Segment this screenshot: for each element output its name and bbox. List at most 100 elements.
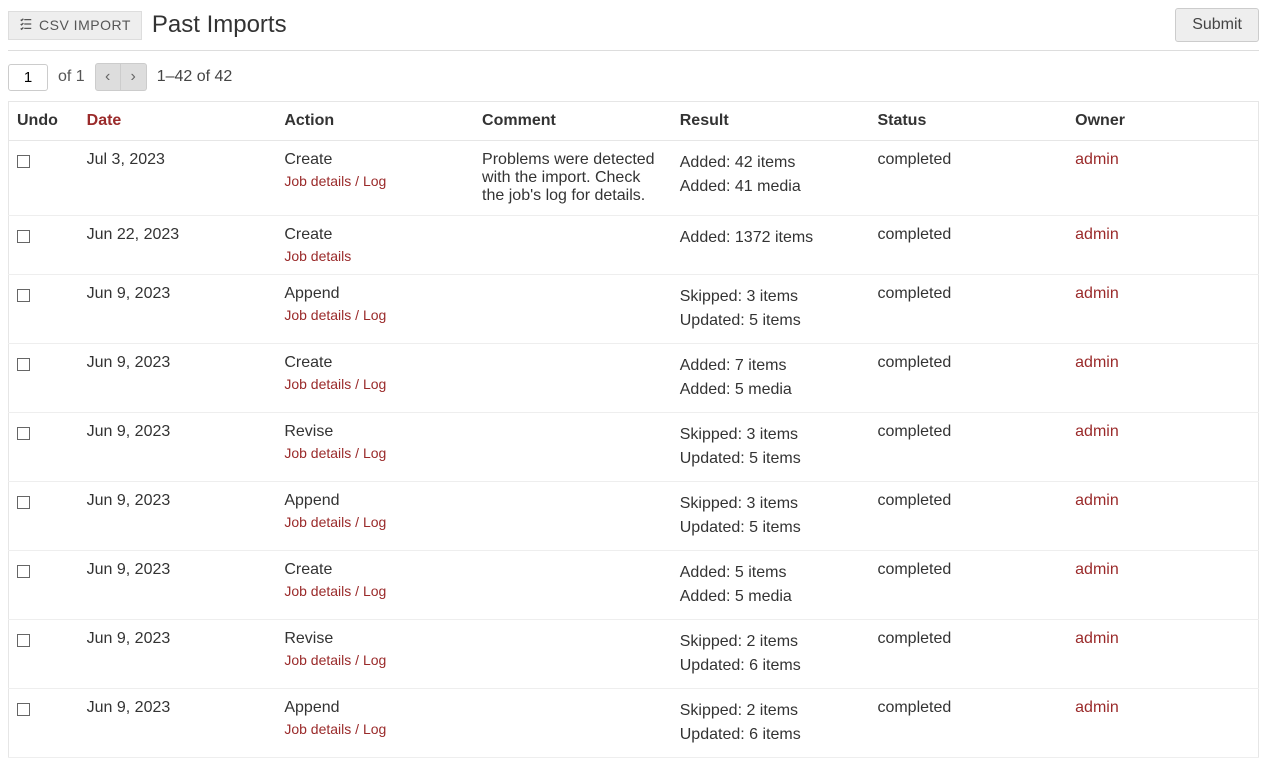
job-details-link[interactable]: Job details <box>284 248 351 264</box>
link-separator: / <box>351 721 363 737</box>
owner-link[interactable]: admin <box>1075 354 1119 371</box>
log-link[interactable]: Log <box>363 307 386 323</box>
link-separator: / <box>351 307 363 323</box>
cell-status: completed <box>869 275 1067 344</box>
page-number-input[interactable] <box>8 64 48 91</box>
cell-action: AppendJob details / Log <box>276 275 474 344</box>
log-link[interactable]: Log <box>363 376 386 392</box>
table-row: Jun 22, 2023CreateJob detailsAdded: 1372… <box>9 216 1259 275</box>
cell-result: Skipped: 3 itemsUpdated: 5 items <box>672 413 870 482</box>
cell-result: Skipped: 3 itemsUpdated: 5 items <box>672 275 870 344</box>
action-links: Job details / Log <box>284 173 466 189</box>
cell-result: Added: 7 itemsAdded: 5 media <box>672 344 870 413</box>
log-link[interactable]: Log <box>363 514 386 530</box>
pager-next-button[interactable]: › <box>121 63 147 91</box>
cell-date: Jun 9, 2023 <box>79 620 277 689</box>
cell-status: completed <box>869 141 1067 216</box>
undo-checkbox[interactable] <box>17 230 30 243</box>
log-link[interactable]: Log <box>363 445 386 461</box>
cell-status: completed <box>869 344 1067 413</box>
col-date-sort-link[interactable]: Date <box>87 112 122 129</box>
undo-checkbox[interactable] <box>17 565 30 578</box>
job-details-link[interactable]: Job details <box>284 445 351 461</box>
job-details-link[interactable]: Job details <box>284 307 351 323</box>
result-line: Skipped: 3 items <box>680 423 862 447</box>
col-status: Status <box>869 102 1067 141</box>
cell-action: Create Job details / Log <box>276 141 474 216</box>
cell-date: Jun 9, 2023 <box>79 551 277 620</box>
log-link[interactable]: Log <box>363 173 386 189</box>
owner-link[interactable]: admin <box>1075 699 1119 716</box>
action-label: Append <box>284 492 466 510</box>
pager-prev-button[interactable]: ‹ <box>95 63 121 91</box>
undo-checkbox[interactable] <box>17 703 30 716</box>
cell-comment <box>474 275 672 344</box>
job-details-link[interactable]: Job details <box>284 173 351 189</box>
cell-owner: admin <box>1067 620 1258 689</box>
cell-comment <box>474 344 672 413</box>
cell-action: CreateJob details <box>276 216 474 275</box>
col-owner: Owner <box>1067 102 1258 141</box>
cell-result: Added: 42 itemsAdded: 41 media <box>672 141 870 216</box>
result-line: Updated: 5 items <box>680 447 862 471</box>
owner-link[interactable]: admin <box>1075 226 1119 243</box>
cell-action: ReviseJob details / Log <box>276 620 474 689</box>
action-label: Create <box>284 151 466 169</box>
table-row: Jun 9, 2023AppendJob details / LogSkippe… <box>9 275 1259 344</box>
action-links: Job details / Log <box>284 376 466 392</box>
action-links: Job details / Log <box>284 307 466 323</box>
table-row: Jun 9, 2023CreateJob details / LogAdded:… <box>9 551 1259 620</box>
log-link[interactable]: Log <box>363 652 386 668</box>
undo-checkbox[interactable] <box>17 155 30 168</box>
owner-link[interactable]: admin <box>1075 423 1119 440</box>
col-comment: Comment <box>474 102 672 141</box>
undo-checkbox[interactable] <box>17 496 30 509</box>
job-details-link[interactable]: Job details <box>284 652 351 668</box>
pager: of 1 ‹ › 1–42 of 42 <box>8 63 1259 91</box>
result-line: Skipped: 3 items <box>680 492 862 516</box>
undo-checkbox[interactable] <box>17 427 30 440</box>
table-row: Jun 9, 2023AppendJob details / LogSkippe… <box>9 482 1259 551</box>
job-details-link[interactable]: Job details <box>284 583 351 599</box>
action-links: Job details / Log <box>284 652 466 668</box>
result-line: Added: 42 items <box>680 151 862 175</box>
csv-import-button[interactable]: CSV IMPORT <box>8 11 142 40</box>
cell-date: Jun 9, 2023 <box>79 413 277 482</box>
submit-button[interactable]: Submit <box>1175 8 1259 42</box>
table-row: Jul 3, 2023CreateJob details / LogProble… <box>9 141 1259 216</box>
undo-checkbox[interactable] <box>17 634 30 647</box>
job-details-link[interactable]: Job details <box>284 376 351 392</box>
link-separator: / <box>351 514 363 530</box>
cell-comment <box>474 413 672 482</box>
job-details-link[interactable]: Job details <box>284 721 351 737</box>
cell-comment: Problems were detected with the import. … <box>474 141 672 216</box>
link-separator: / <box>351 173 363 189</box>
cell-comment <box>474 620 672 689</box>
owner-link[interactable]: admin <box>1075 492 1119 509</box>
owner-link[interactable]: admin <box>1075 285 1119 302</box>
result-line: Added: 41 media <box>680 175 862 199</box>
cell-status: completed <box>869 620 1067 689</box>
cell-owner: admin <box>1067 141 1258 216</box>
col-date: Date <box>79 102 277 141</box>
owner-link[interactable]: admin <box>1075 561 1119 578</box>
result-line: Added: 5 media <box>680 585 862 609</box>
result-line: Skipped: 3 items <box>680 285 862 309</box>
action-label: Create <box>284 561 466 579</box>
undo-checkbox[interactable] <box>17 289 30 302</box>
owner-link[interactable]: admin <box>1075 630 1119 647</box>
cell-owner: admin <box>1067 344 1258 413</box>
cell-comment <box>474 551 672 620</box>
cell-result: Skipped: 2 itemsUpdated: 6 items <box>672 620 870 689</box>
col-action: Action <box>276 102 474 141</box>
undo-checkbox[interactable] <box>17 358 30 371</box>
pager-arrows: ‹ › <box>95 63 147 91</box>
job-details-link[interactable]: Job details <box>284 514 351 530</box>
cell-status: completed <box>869 551 1067 620</box>
log-link[interactable]: Log <box>363 721 386 737</box>
owner-link[interactable]: admin <box>1075 151 1119 168</box>
table-header-row: Undo Date Action Comment Result Status O… <box>9 102 1259 141</box>
log-link[interactable]: Log <box>363 583 386 599</box>
cell-comment <box>474 482 672 551</box>
cell-result: Added: 1372 items <box>672 216 870 275</box>
